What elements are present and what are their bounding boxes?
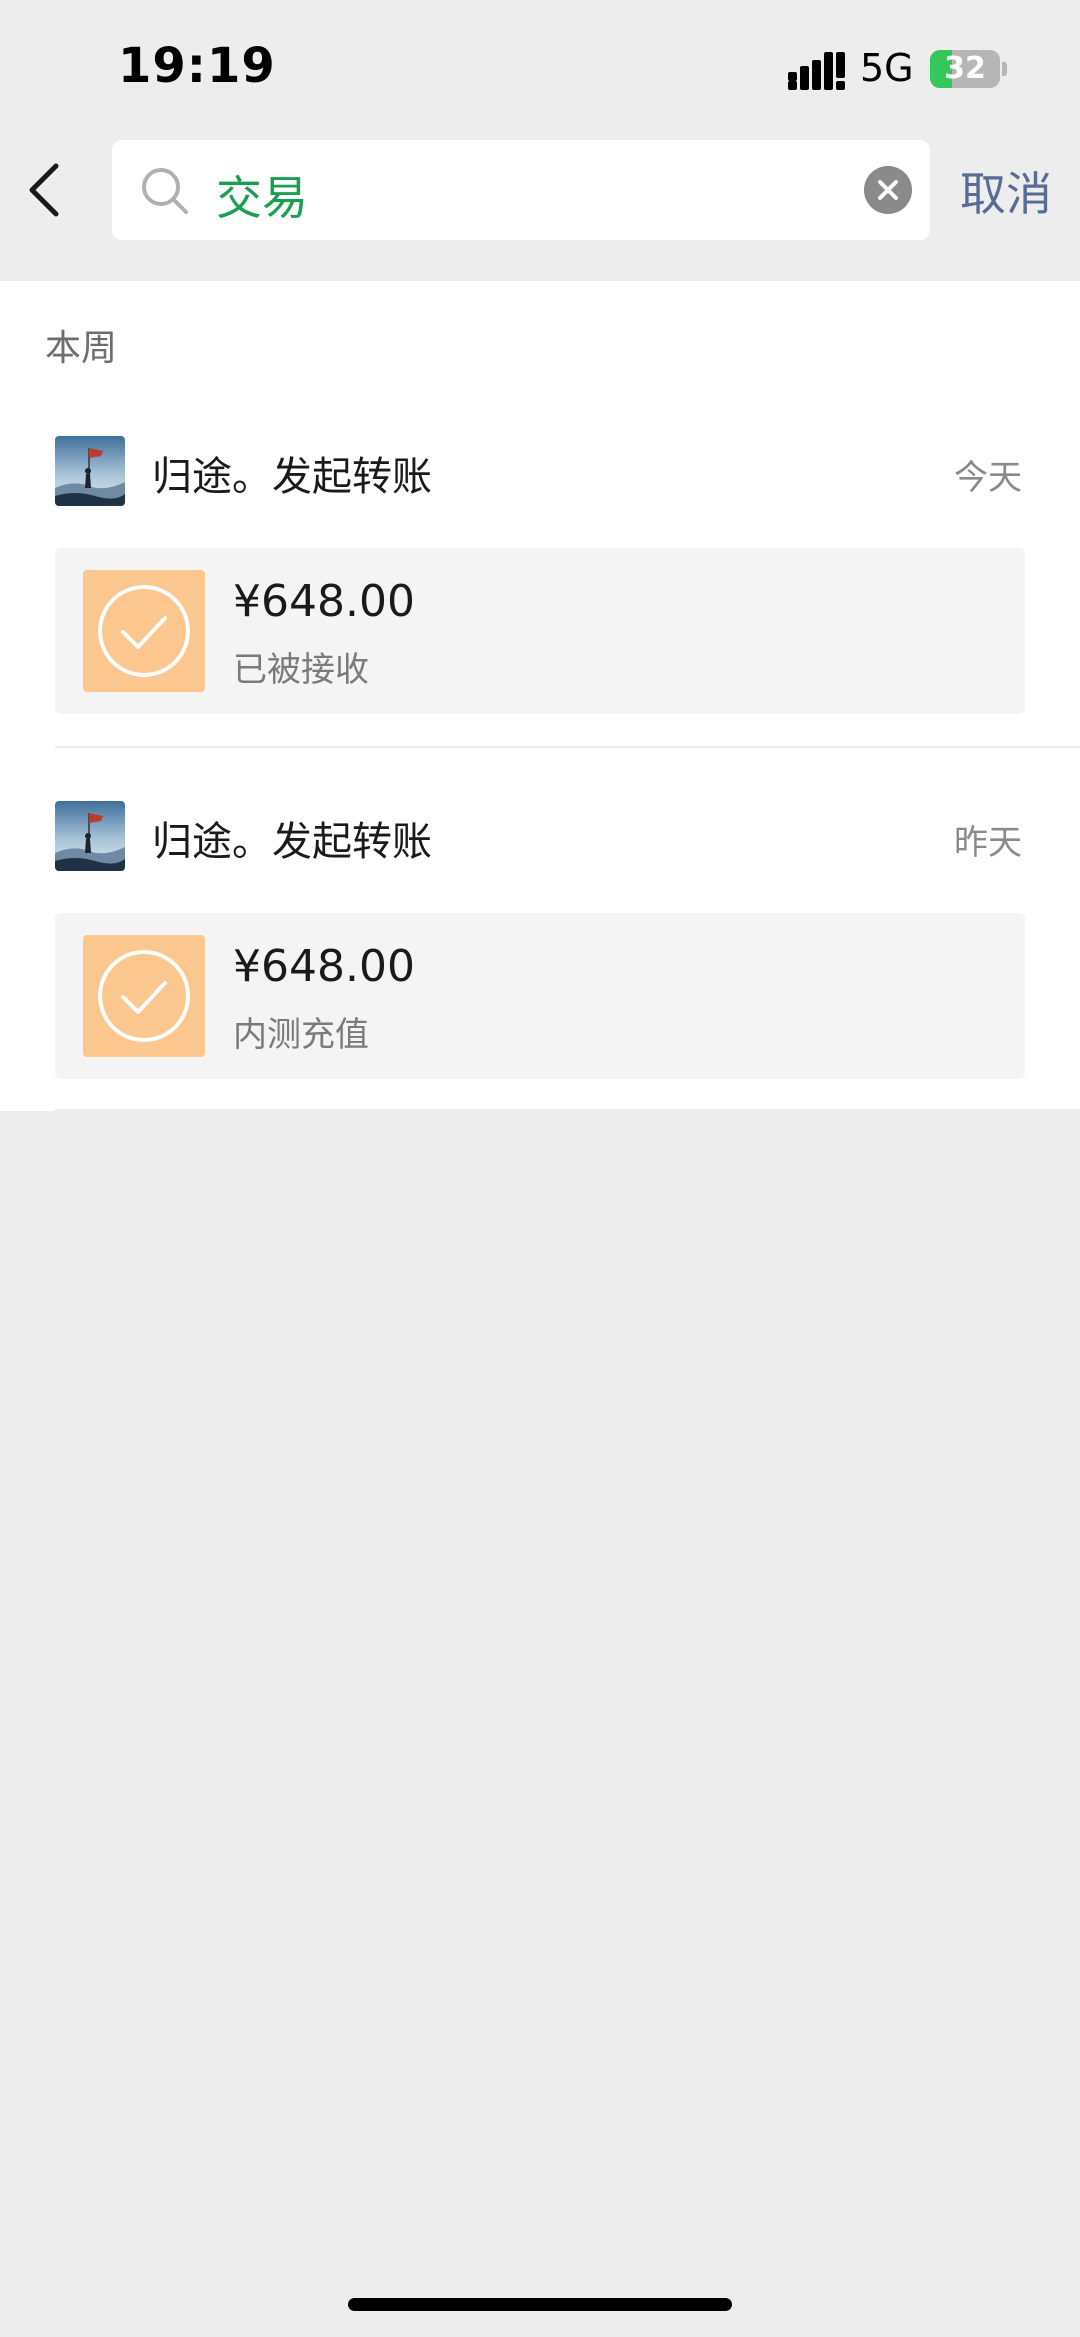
section-label: 本周: [45, 328, 118, 369]
transfer-status: 内测充值: [233, 1015, 369, 1055]
battery-tip: [1002, 62, 1007, 76]
clear-x-icon[interactable]: [864, 166, 912, 214]
result-item[interactable]: 归途。发起转账 昨天 ¥648.00 内测充值: [0, 801, 1080, 1141]
status-bar: 19:19 5G 32: [0, 0, 1080, 135]
cellular-signal-icon: [788, 52, 845, 90]
item-title: 归途。发起转账: [152, 819, 432, 865]
transfer-amount: ¥648.00: [233, 576, 415, 627]
result-item[interactable]: 归途。发起转账 今天 ¥648.00 已被接收: [0, 436, 1080, 776]
chevron-left-icon: [29, 163, 59, 217]
divider: [55, 1109, 1080, 1111]
item-title: 归途。发起转账: [152, 454, 432, 500]
transfer-amount: ¥648.00: [233, 941, 415, 992]
item-date: 今天: [954, 458, 1022, 498]
divider: [55, 746, 1080, 748]
check-circle-icon: [98, 585, 190, 677]
results-panel: 本周 归途。发起转账 今天 ¥648.00 已被接收 归途。发起转账 昨天 ¥6…: [0, 281, 1080, 1111]
network-label: 5G: [860, 46, 914, 90]
avatar: [55, 436, 125, 506]
transfer-status: 已被接收: [233, 650, 369, 690]
item-date: 昨天: [954, 823, 1022, 863]
transfer-icon: [83, 570, 205, 692]
status-time: 19:19: [118, 38, 276, 94]
search-field[interactable]: 交易: [112, 140, 930, 240]
search-query[interactable]: 交易: [216, 162, 308, 228]
battery-icon: 32: [930, 50, 1000, 88]
magnifier-icon: [142, 168, 188, 214]
back-button[interactable]: [18, 160, 78, 220]
cancel-button[interactable]: 取消: [960, 158, 1052, 224]
transfer-icon: [83, 935, 205, 1057]
transfer-card[interactable]: ¥648.00 内测充值: [55, 913, 1025, 1079]
check-circle-icon: [98, 950, 190, 1042]
avatar: [55, 801, 125, 871]
battery-percent: 32: [944, 51, 986, 86]
transfer-card[interactable]: ¥648.00 已被接收: [55, 548, 1025, 714]
home-indicator[interactable]: [348, 2298, 732, 2311]
